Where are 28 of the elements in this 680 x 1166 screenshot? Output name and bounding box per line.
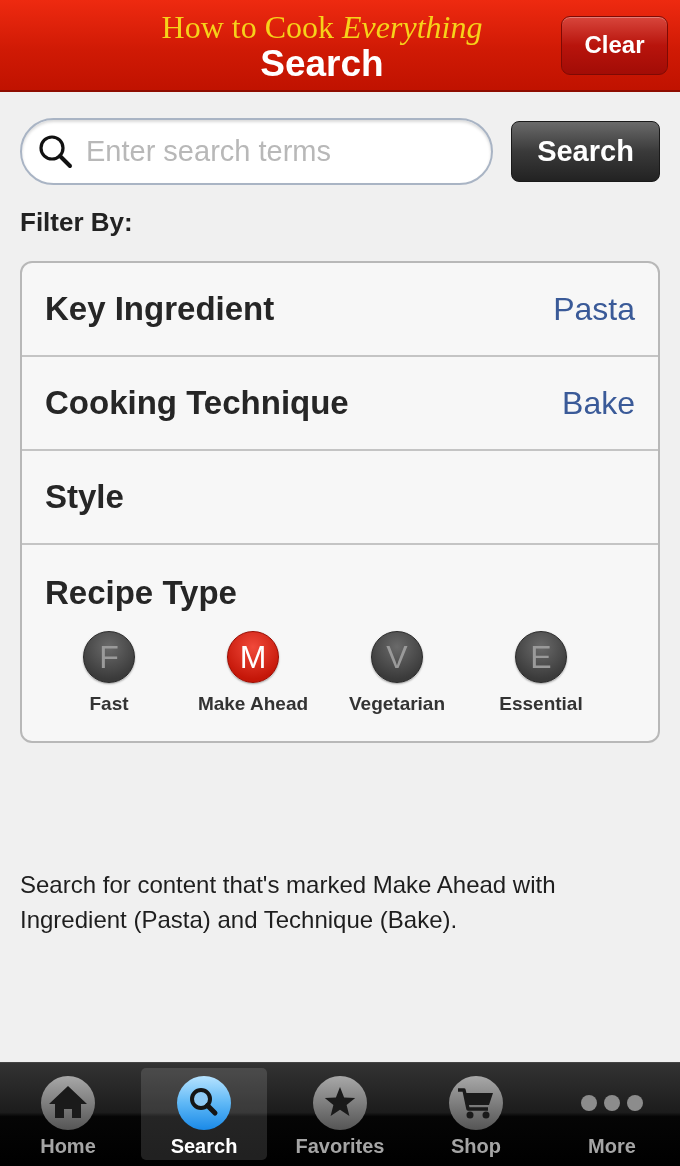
more-tab[interactable]: More xyxy=(549,1068,675,1160)
filter-label[interactable]: Key Ingredient xyxy=(45,290,275,328)
cart-icon xyxy=(448,1075,504,1131)
search-button[interactable]: Search xyxy=(511,121,660,182)
recipe-type-label: Recipe Type xyxy=(45,573,237,613)
recipe-type-name: Essential xyxy=(499,693,583,715)
search-icon xyxy=(37,133,73,169)
recipe-type-name: Fast xyxy=(89,693,129,715)
page-title: Search xyxy=(260,44,384,84)
filter-label[interactable]: Style xyxy=(45,478,124,516)
favorites-tab[interactable]: Favorites xyxy=(277,1068,403,1160)
home-tab[interactable]: Home xyxy=(5,1068,131,1160)
app-logo-text: How to Cook Everything xyxy=(161,10,483,44)
recipe-type-name: Vegetarian xyxy=(348,693,446,715)
search-field[interactable]: Enter search terms xyxy=(20,118,493,185)
more-icon xyxy=(580,1094,644,1112)
filter-heading: Filter By: xyxy=(20,206,134,239)
filter-value: Bake xyxy=(562,384,635,422)
recipe-type-badge[interactable]: M xyxy=(227,631,279,683)
search-description: Search for content that's marked Make Ahead with Ingredient (Pasta) and Technique (Bake). xyxy=(20,870,557,935)
filter-value: Pasta xyxy=(553,290,635,328)
filter-label[interactable]: Cooking Technique xyxy=(45,384,349,422)
shop-tab[interactable]: Shop xyxy=(413,1068,539,1160)
search-tab[interactable]: Search xyxy=(141,1068,267,1160)
recipe-type-name: Make Ahead xyxy=(197,693,309,715)
search-icon xyxy=(176,1075,232,1131)
home-icon xyxy=(40,1075,96,1131)
clear-button[interactable]: Clear xyxy=(561,15,668,75)
